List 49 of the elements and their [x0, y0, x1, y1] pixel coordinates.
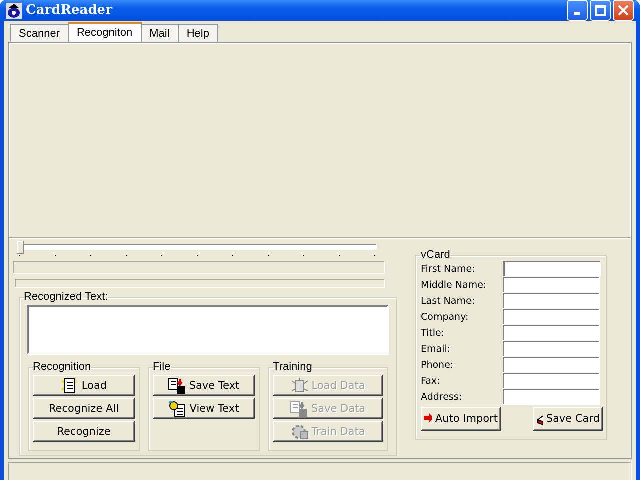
field-label: Company:: [421, 312, 470, 322]
input-field[interactable]: [503, 261, 601, 277]
app-icon: [6, 2, 22, 18]
maximize-button[interactable]: [590, 0, 611, 21]
field-label: Title:: [421, 328, 446, 338]
group-label: File: [153, 361, 171, 373]
action-button[interactable]: Recognize: [33, 421, 135, 442]
action-button[interactable]: Recognize All: [33, 398, 135, 419]
save-document-icon: [290, 400, 308, 416]
maximize-icon: [595, 5, 606, 16]
view-document-icon: [168, 400, 187, 416]
input-field[interactable]: [503, 309, 600, 325]
tab[interactable]: Scanner: [10, 24, 69, 42]
input-field[interactable]: [503, 373, 600, 389]
field-label: Email:: [421, 344, 452, 354]
recognized-text-area[interactable]: [27, 305, 389, 355]
group-label: vCard: [421, 249, 450, 261]
field-label: Phone:: [421, 360, 455, 370]
close-icon: [618, 5, 629, 16]
gear-icon: [290, 424, 309, 440]
tab[interactable]: Recogniton: [68, 22, 142, 42]
field-label: Middle Name:: [421, 280, 488, 290]
tab[interactable]: Help: [178, 24, 218, 42]
input-field[interactable]: [503, 389, 600, 405]
input-field[interactable]: [503, 277, 600, 293]
field-label: Fax:: [421, 376, 442, 386]
group-label: Recognized Text:: [24, 291, 108, 303]
save-document-icon: [168, 378, 186, 394]
window-title: CardReader: [26, 3, 114, 18]
minimize-button[interactable]: [567, 0, 588, 21]
bug-icon: [290, 378, 309, 394]
group-label: Training: [273, 361, 312, 373]
group-label: Recognition: [33, 361, 92, 373]
input-field[interactable]: [503, 293, 600, 309]
action-button[interactable]: Load: [33, 375, 135, 396]
document-icon: [60, 378, 79, 394]
action-button[interactable]: Save Card: [533, 407, 603, 431]
field-label: Last Name:: [421, 296, 476, 306]
action-button[interactable]: Save Text: [153, 375, 255, 396]
field-label: First Name:: [421, 264, 476, 274]
tab[interactable]: Mail: [140, 24, 179, 42]
input-field[interactable]: [503, 357, 600, 373]
action-button[interactable]: View Text: [153, 398, 255, 419]
action-button[interactable]: Auto Import: [421, 407, 501, 431]
input-field[interactable]: [503, 325, 600, 341]
field-label: Address:: [421, 392, 464, 402]
input-field[interactable]: [503, 341, 600, 357]
close-button[interactable]: [613, 0, 634, 21]
slider-thumb[interactable]: [17, 241, 24, 254]
